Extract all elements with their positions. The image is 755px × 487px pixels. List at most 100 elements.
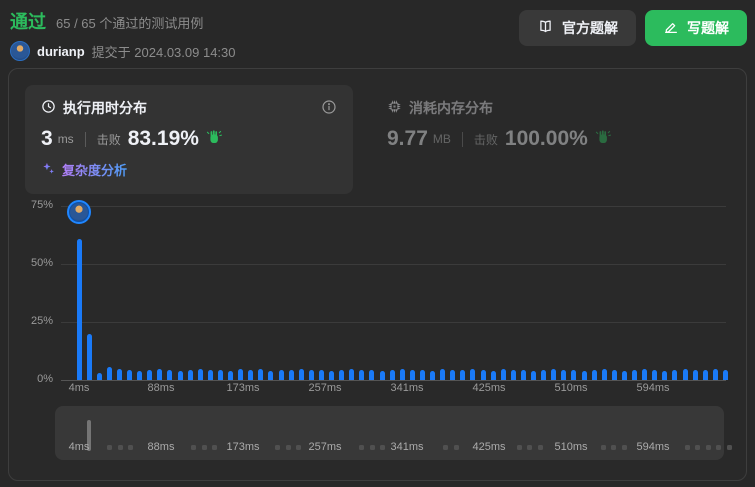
bar [531,371,536,380]
x-tick-label: 173ms [226,381,260,394]
gridline [61,321,726,323]
minimap-tick-dot [117,444,123,450]
memory-tab[interactable]: 消耗内存分布 9.77 MB 击败 100.00% [387,85,612,151]
x-tick-label: 257ms [308,381,342,394]
minimap-tick-dot [296,444,301,450]
submitted-at: 提交于 2024.03.09 14:30 [91,44,236,60]
distribution-panel: 执行用时分布 3 ms 击败 83.19% 复杂度分析 消耗内存分布 9.77 … [8,68,747,481]
memory-unit: MB [432,132,451,146]
bar [611,370,617,380]
header-actions: 官方题解 写题解 [519,10,747,46]
official-solution-button[interactable]: 官方题解 [519,10,636,46]
user-avatar-marker [67,199,91,224]
minimap-label: 4ms [68,440,90,453]
bar [268,371,274,380]
testcases-passed: 65 / 65 个通过的测试用例 [56,16,204,31]
user-avatar[interactable] [10,41,30,61]
x-tick-label: 594ms [636,381,670,394]
bar [642,369,648,380]
bar [692,370,698,380]
minimap-tick-dot [359,444,364,450]
bar [702,370,708,380]
bar [329,371,334,380]
bar [96,372,102,380]
divider [84,131,86,147]
bar [561,370,567,380]
write-solution-label: 写题解 [687,20,729,36]
bar [379,371,385,380]
clock-icon [41,99,56,117]
minimap-tick-dot [128,444,133,450]
bar [541,370,547,380]
bar [116,369,122,380]
memory-title: 消耗内存分布 [409,100,493,116]
bar [652,370,658,380]
complexity-analysis-label: 复杂度分析 [62,160,127,179]
chart-brush-minimap[interactable]: 4ms 88ms 173ms 257ms 341ms 425ms 510ms 594ms [55,405,732,460]
username[interactable]: durianp [37,44,85,59]
complexity-analysis-link[interactable]: 复杂度分析 [41,160,127,179]
bar [248,370,254,380]
write-solution-button[interactable]: 写题解 [645,10,747,46]
info-icon[interactable] [321,99,337,118]
runtime-distribution-chart: 4ms 88ms 173ms 257ms 341ms 425ms 510ms 594ms 0%… [25,199,730,398]
bar [551,369,557,380]
bar [430,371,435,380]
bar [419,370,425,380]
minimap-tick-dot [453,444,459,450]
stats-row: 执行用时分布 3 ms 击败 83.19% 复杂度分析 消耗内存分布 9.77 … [25,85,730,194]
bar [440,369,446,380]
minimap-label: 173ms [226,440,260,453]
bar [187,370,193,380]
bar [228,371,233,380]
plot-area[interactable] [61,199,728,381]
minimap-tick-dot [684,444,690,450]
minimap-label: 257ms [308,440,342,453]
minimap-tick-dot [443,444,448,450]
bar [349,369,355,380]
bar [480,370,486,380]
x-tick-label: 4ms [68,381,90,394]
x-tick-label: 425ms [472,381,506,394]
minimap-tick-dot [201,444,207,450]
minimap-label: 341ms [390,440,424,453]
pencil-icon [663,19,679,38]
memory-chip-icon [387,99,402,117]
bar [682,369,688,380]
bar [520,370,526,380]
bar [318,370,324,380]
bar [581,371,587,380]
book-icon [537,18,554,38]
sparkles-icon [41,161,56,179]
clap-icon [594,128,612,151]
runtime-value: 3 [41,127,53,150]
bar [389,370,395,380]
official-solution-label: 官方题解 [562,20,618,36]
runtime-title: 执行用时分布 [63,100,147,116]
bar [106,366,112,380]
runtime-beats-value: 83.19% [127,127,199,150]
minimap-tick-dot [275,444,280,450]
bar [601,369,607,380]
minimap-label: 594ms [636,440,670,453]
bar [207,370,213,380]
minimap-label: 88ms [147,440,175,453]
bar [298,369,304,380]
bar [632,370,637,380]
submission-result-page: 通过 65 / 65 个通过的测试用例 durianp 提交于 2024.03.… [0,0,755,487]
gridline [61,205,726,207]
runtime-tab[interactable]: 执行用时分布 3 ms 击败 83.19% 复杂度分析 [25,85,353,194]
header-left: 通过 65 / 65 个通过的测试用例 durianp 提交于 2024.03.… [10,8,236,61]
bar [359,370,365,380]
minimap-tick-dot [611,444,616,450]
beats-label: 击败 [473,132,498,147]
y-tick-label: 0% [37,372,53,385]
bar [167,370,173,380]
x-tick-label: 88ms [147,381,175,394]
beats-label: 击败 [96,132,121,147]
bar [308,370,314,380]
bar [662,371,668,380]
minimap-tick-dot [621,444,627,450]
bar [490,371,496,380]
minimap-tick-dot [716,444,721,450]
